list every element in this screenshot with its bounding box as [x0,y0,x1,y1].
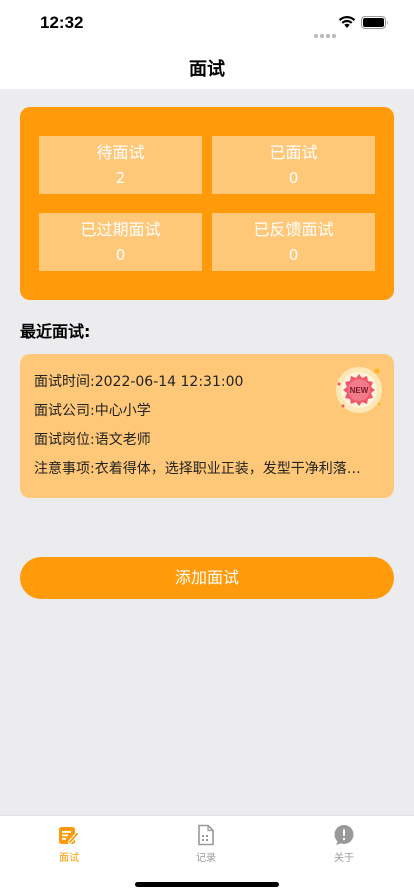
new-badge-icon: NEW [336,367,382,413]
tab-interview[interactable]: 面试 [29,824,109,868]
tab-about[interactable]: 关于 [304,824,384,868]
stat-value: 2 [115,169,126,187]
stat-label: 待面试 [96,143,145,162]
stat-value: 0 [115,246,126,264]
interview-screen: 12:32 面试 待面试 2 已面试 0 已过期面试 0 已反馈面试 0 最近面… [0,0,414,896]
stat-value: 0 [288,169,299,187]
battery-icon [361,16,388,29]
stat-expired[interactable]: 已过期面试 0 [39,213,202,271]
tab-label: 记录 [196,853,216,864]
interview-notes: 注意事项:衣着得体，选择职业正装，发型干净利落，... [34,461,374,477]
new-badge-text: NEW [350,386,369,395]
nav-bar: 面试 [0,44,414,89]
stat-label: 已过期面试 [80,220,161,239]
stats-card: 待面试 2 已面试 0 已过期面试 0 已反馈面试 0 [20,107,394,300]
interview-position: 面试岗位:语文老师 [34,432,151,448]
recent-section-title: 最近面试: [20,322,91,341]
recent-interview-card[interactable]: 面试时间:2022-06-14 12:31:00 面试公司:中心小学 面试岗位:… [20,354,394,498]
stat-label: 已面试 [269,143,318,162]
stat-completed[interactable]: 已面试 0 [212,136,375,194]
stat-pending[interactable]: 待面试 2 [39,136,202,194]
tab-label: 面试 [59,853,79,864]
page-title: 面试 [189,59,225,80]
home-indicator [135,882,279,887]
interview-time: 面试时间:2022-06-14 12:31:00 [34,374,244,390]
status-bar: 12:32 [0,0,414,44]
stat-value: 0 [288,246,299,264]
interview-company: 面试公司:中心小学 [34,403,151,419]
signal-icon [314,23,338,38]
about-icon [334,825,354,845]
stat-label: 已反馈面试 [253,220,334,239]
records-icon [198,824,214,846]
wifi-icon [338,15,356,28]
add-interview-button[interactable]: 添加面试 [20,557,394,599]
stat-feedback[interactable]: 已反馈面试 0 [212,213,375,271]
interview-icon [59,827,80,845]
status-time: 12:32 [40,13,84,32]
tab-records[interactable]: 记录 [166,824,246,868]
tab-label: 关于 [334,853,354,864]
